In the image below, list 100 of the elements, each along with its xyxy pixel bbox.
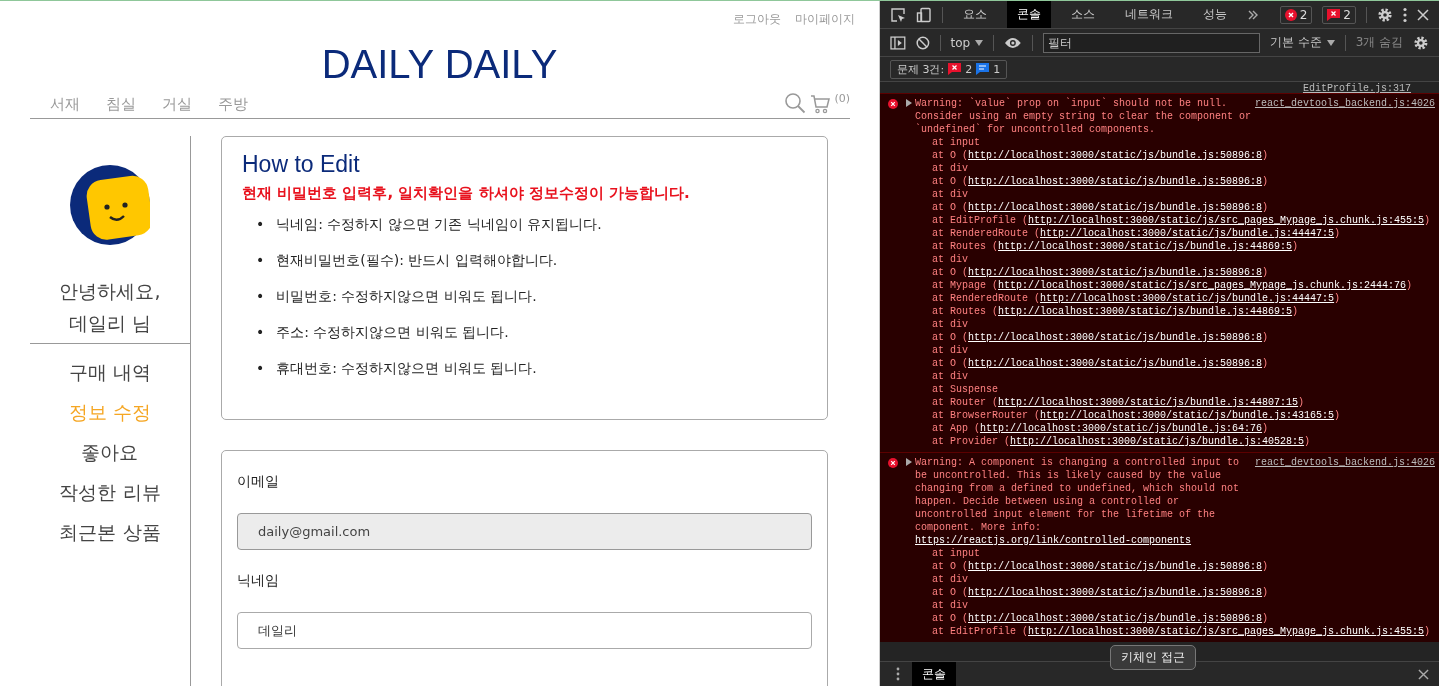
settings-icon[interactable]: [1377, 6, 1393, 23]
stack-frame: at O (http://localhost:3000/static/js/bundle.js:50896:8): [906, 149, 1435, 162]
stack-link[interactable]: http://localhost:3000/static/js/bundle.js:44447:5: [1040, 228, 1335, 239]
stack-frame: at div: [906, 188, 1435, 201]
issues-label: 문제 3건:: [897, 61, 945, 77]
input-field[interactable]: 데일리: [237, 612, 812, 649]
devtools-tab[interactable]: 콘솔: [1007, 1, 1051, 28]
stack-link[interactable]: http://localhost:3000/static/js/bundle.js:44807:15: [998, 397, 1299, 408]
more-tabs-icon[interactable]: [1247, 8, 1259, 21]
more-options-icon[interactable]: [1403, 6, 1407, 23]
stack-link[interactable]: http://localhost:3000/static/js/bundle.js:43165:5: [1040, 410, 1335, 421]
source-link[interactable]: react_devtools_backend.js:4026: [1254, 97, 1435, 110]
source-link[interactable]: EditProfile.js:317: [1302, 82, 1411, 93]
stack-link[interactable]: http://localhost:3000/static/js/bundle.js:50896:8: [968, 202, 1263, 213]
stack-link[interactable]: http://localhost:3000/static/js/bundle.js:50896:8: [968, 267, 1263, 278]
bullet: •: [256, 251, 265, 270]
devtools-tab[interactable]: 네트워크: [1115, 1, 1183, 28]
expand-icon[interactable]: [906, 458, 912, 466]
warning-text: Warning: `value` prop on `input` should not be null. Consider using an empty string to clear the component or `undefined` for uncontrolled components.: [915, 97, 1252, 136]
sidebar-menu-item[interactable]: 작성한 리뷰: [59, 478, 161, 506]
stack-frame: at O (http://localhost:3000/static/js/bundle.js:50896:8): [906, 175, 1435, 188]
sidebar-toggle-icon[interactable]: [890, 35, 906, 50]
sidebar-menu-item[interactable]: 최근본 상품: [59, 518, 161, 546]
stack-link[interactable]: http://localhost:3000/static/js/bundle.js:44869:5: [998, 306, 1293, 317]
stack-frame: at input: [906, 136, 1435, 149]
more-options-icon[interactable]: [896, 667, 900, 681]
stack-frame: at EditProfile (http://localhost:3000/static/js/src_pages_Mypage_js.chunk.js:455:5): [906, 625, 1435, 638]
stack-link[interactable]: http://localhost:3000/static/js/src_pages_Mypage_js.chunk.js:455:5: [1028, 215, 1425, 226]
guide-list-item: 휴대번호: 수정하지않으면 비워도 됩니다.: [276, 359, 537, 378]
cart-icon[interactable]: [810, 94, 831, 114]
filter-input[interactable]: 필터: [1042, 32, 1260, 53]
devtools-tab[interactable]: 소스: [1061, 1, 1105, 28]
stack-frame: at Suspense: [906, 383, 1435, 396]
stack-frame: at div: [906, 253, 1435, 266]
stack-link[interactable]: http://localhost:3000/static/js/bundle.js:44447:5: [1040, 293, 1335, 304]
stack-frame: at EditProfile (http://localhost:3000/static/js/src_pages_Mypage_js.chunk.js:455:5): [906, 214, 1435, 227]
close-icon[interactable]: [1417, 8, 1429, 21]
stack-frame: at App (http://localhost:3000/static/js/bundle.js:64:76): [906, 422, 1435, 435]
stack-link[interactable]: http://localhost:3000/static/js/bundle.js:64:76: [980, 423, 1263, 434]
bullet: •: [256, 323, 265, 342]
stack-link[interactable]: http://localhost:3000/static/js/src_pages_Mypage_js.chunk.js:2444:76: [998, 280, 1407, 291]
search-icon[interactable]: [784, 92, 807, 114]
error-icon: [888, 458, 898, 468]
stack-link[interactable]: http://localhost:3000/static/js/bundle.js:50896:8: [968, 332, 1263, 343]
error-icon: [888, 99, 898, 109]
stack-frame: at Mypage (http://localhost:3000/static/js/src_pages_Mypage_js.chunk.js:2444:76): [906, 279, 1435, 292]
context-dropdown[interactable]: top: [950, 35, 984, 50]
stack-frame: at Routes (http://localhost:3000/static/js/bundle.js:44869:5): [906, 240, 1435, 253]
stack-link[interactable]: http://localhost:3000/static/js/src_pages_Mypage_js.chunk.js:455:5: [1028, 626, 1425, 637]
stack-link[interactable]: http://localhost:3000/static/js/bundle.js:44869:5: [998, 241, 1293, 252]
expand-icon[interactable]: [906, 99, 912, 107]
error-icon: [1284, 8, 1297, 21]
cart-count: (0): [834, 92, 850, 105]
stack-link[interactable]: http://localhost:3000/static/js/bundle.js:50896:8: [968, 613, 1263, 624]
inspect-icon[interactable]: [890, 6, 906, 23]
stack-link[interactable]: http://localhost:3000/static/js/bundle.js:50896:8: [968, 358, 1263, 369]
notice-text: 현재 비밀번호 입력후, 일치확인을 하셔야 정보수정이 가능합니다.: [242, 184, 691, 203]
site-logo[interactable]: DAILY DAILY: [0, 40, 879, 88]
issue-count: 2: [1343, 7, 1351, 22]
warning-text: Warning: A component is changing a controlled input to be uncontrolled. This is likely caused by the value changing from a defined to undefined, which should not happen. Decide between using a controlled or uncontrolled input element for the lifetime of the component. More info: https://reactjs.org/link/controlled-components: [915, 456, 1241, 547]
issue-icon: [1327, 8, 1341, 21]
field-label: 이메일: [237, 473, 280, 491]
tooltip: 키체인 접근: [1110, 645, 1196, 670]
drawer-tab[interactable]: 콘솔: [912, 662, 956, 686]
clear-console-icon[interactable]: [915, 35, 930, 50]
stack-frame: at Provider (http://localhost:3000/static/js/bundle.js:40528:5): [906, 435, 1435, 448]
greeting-text: 안녕하세요,: [58, 279, 162, 304]
stack-link[interactable]: http://localhost:3000/static/js/bundle.js:50896:8: [968, 587, 1263, 598]
stack-frame: at Router (http://localhost:3000/static/js/bundle.js:44807:15): [906, 396, 1435, 409]
issues-button[interactable]: 문제 3건: 2 1: [890, 59, 1008, 79]
guide-list-item: 닉네임: 수정하지 않으면 기존 닉네임이 유지됩니다.: [276, 215, 602, 234]
bullet: •: [256, 215, 265, 234]
device-icon[interactable]: [916, 6, 932, 23]
devtools-tab[interactable]: 성능: [1193, 1, 1237, 28]
guide-title: How to Edit: [242, 151, 361, 178]
sidebar-menu-item[interactable]: 좋아요: [81, 438, 139, 466]
error-issue-count: 2: [965, 62, 973, 76]
caret-icon: [1326, 39, 1335, 46]
devtools-tab[interactable]: 요소: [953, 1, 997, 28]
sidebar-menu-item[interactable]: 구매 내역: [68, 358, 151, 386]
stack-frame: at div: [906, 573, 1435, 586]
log-level-dropdown[interactable]: 기본 수준: [1269, 34, 1335, 51]
stack-link[interactable]: http://localhost:3000/static/js/bundle.js:40528:5: [1010, 436, 1305, 447]
docs-link[interactable]: https://reactjs.org/link/controlled-components: [915, 535, 1192, 546]
eye-icon[interactable]: [1004, 36, 1022, 49]
stack-frame: at O (http://localhost:3000/static/js/bundle.js:50896:8): [906, 560, 1435, 573]
stack-link[interactable]: http://localhost:3000/static/js/bundle.js:50896:8: [968, 176, 1263, 187]
source-link[interactable]: react_devtools_backend.js:4026: [1254, 456, 1435, 469]
stack-frame: at O (http://localhost:3000/static/js/bundle.js:50896:8): [906, 612, 1435, 625]
stack-frame: at O (http://localhost:3000/static/js/bundle.js:50896:8): [906, 331, 1435, 344]
close-icon[interactable]: [1418, 668, 1429, 680]
issue-count-badge[interactable]: 2: [1322, 5, 1356, 24]
stack-frame: at div: [906, 370, 1435, 383]
stack-link[interactable]: http://localhost:3000/static/js/bundle.js:50896:8: [968, 150, 1263, 161]
stack-frame: at BrowserRouter (http://localhost:3000/static/js/bundle.js:43165:5): [906, 409, 1435, 422]
hidden-count: 3개 숨김: [1355, 34, 1404, 51]
field-label: 닉네임: [237, 572, 280, 590]
settings-icon[interactable]: [1413, 34, 1429, 51]
error-count-badge[interactable]: 2: [1279, 5, 1313, 24]
stack-link[interactable]: http://localhost:3000/static/js/bundle.js:50896:8: [968, 561, 1263, 572]
